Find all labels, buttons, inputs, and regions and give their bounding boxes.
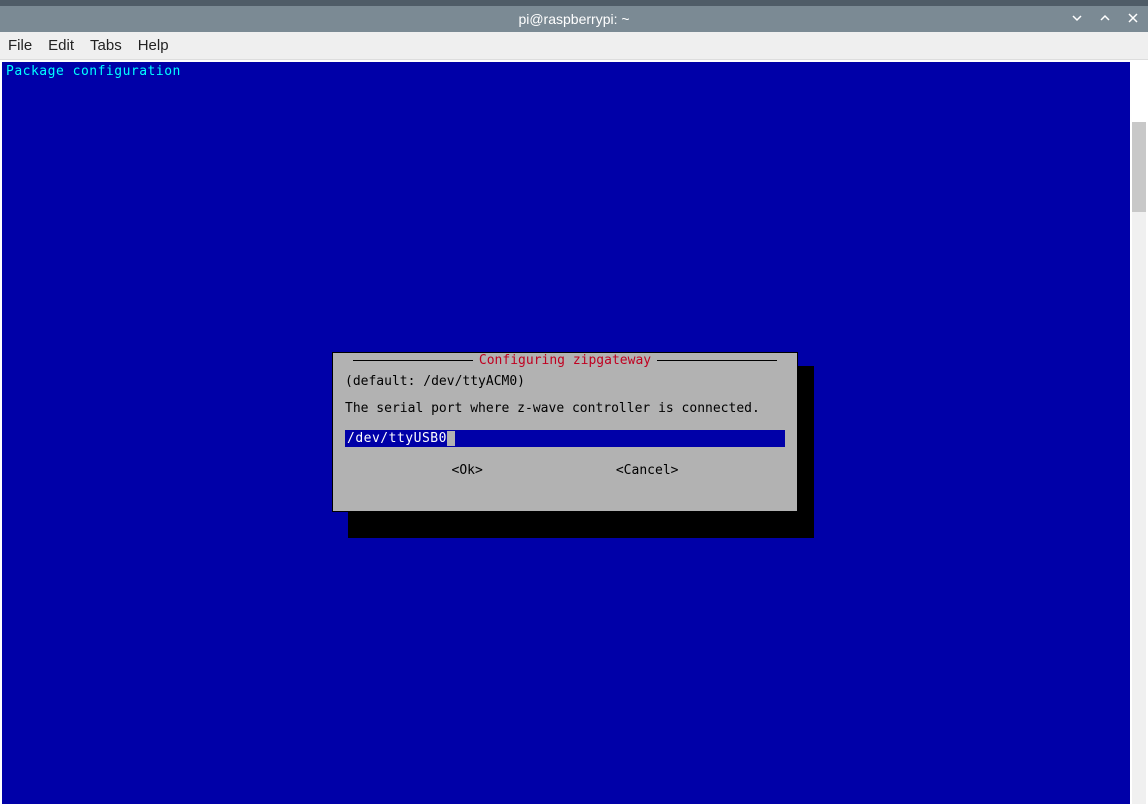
scrollbar[interactable] [1132, 122, 1146, 804]
maximize-icon[interactable] [1098, 11, 1112, 27]
menubar: File Edit Tabs Help [0, 32, 1148, 60]
window-controls [1070, 11, 1140, 27]
window-titlebar: pi@raspberrypi: ~ [0, 0, 1148, 32]
minimize-icon[interactable] [1070, 11, 1084, 27]
menu-tabs[interactable]: Tabs [90, 37, 122, 54]
menu-edit[interactable]: Edit [48, 37, 74, 54]
terminal-container: Package configuration Configuring zipgat… [0, 60, 1148, 806]
package-configuration-header: Package configuration [2, 62, 1130, 81]
close-icon[interactable] [1126, 11, 1140, 27]
scrollbar-thumb[interactable] [1132, 122, 1146, 212]
dialog-default-hint: (default: /dev/ttyACM0) [345, 374, 785, 389]
ok-button[interactable]: <Ok> [452, 463, 483, 478]
window-title: pi@raspberrypi: ~ [518, 11, 629, 27]
terminal[interactable]: Package configuration Configuring zipgat… [2, 62, 1130, 804]
text-cursor [447, 431, 455, 446]
serial-port-value: /dev/ttyUSB0 [347, 431, 447, 446]
cancel-button[interactable]: <Cancel> [616, 463, 679, 478]
dialog-buttons: <Ok> <Cancel> [345, 463, 785, 478]
serial-port-input[interactable]: /dev/ttyUSB0 [345, 430, 785, 447]
menu-help[interactable]: Help [138, 37, 169, 54]
dialog-prompt: The serial port where z-wave controller … [345, 401, 785, 416]
dialog-title-row: Configuring zipgateway [343, 353, 787, 368]
dialog-title: Configuring zipgateway [473, 353, 657, 368]
menu-file[interactable]: File [8, 37, 32, 54]
config-dialog: Configuring zipgateway (default: /dev/tt… [332, 352, 798, 512]
